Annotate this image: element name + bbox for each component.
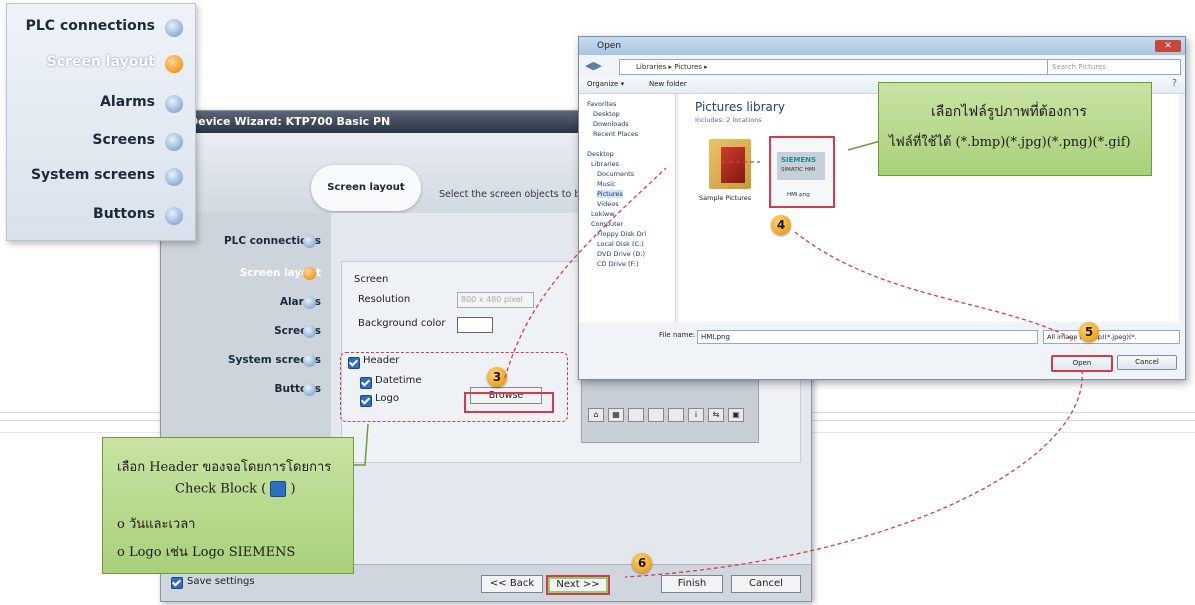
callout-select-image: เลือกไฟล์รูปภาพที่ต้องการ ไฟล์ที่ใช้ได้ … bbox=[878, 82, 1152, 176]
callout-line: Check Block ( ) bbox=[175, 481, 296, 497]
callout-text: Check Block ( bbox=[175, 481, 267, 497]
callout-select-header: เลือก Header ของจอโดยการโดยการ Check Blo… bbox=[102, 437, 354, 574]
arrow-browse-to-dialog bbox=[504, 167, 667, 379]
callout-line: เลือกไฟล์รูปภาพที่ต้องการ bbox=[931, 104, 1087, 120]
arrow-file-to-open bbox=[794, 231, 1076, 341]
callout-line: เลือก Header ของจอโดยการโดยการ bbox=[117, 460, 332, 475]
arrow-note-to-header bbox=[352, 423, 369, 466]
callout-line: o วันและเวลา bbox=[117, 517, 196, 532]
checkbox-icon bbox=[270, 481, 287, 497]
callout-text: ) bbox=[290, 481, 296, 497]
callout-line: ไฟล์ที่ใช้ได้ (*.bmp)(*.jpg)(*.png)(*.gi… bbox=[889, 135, 1131, 150]
callout-line: o Logo เช่น Logo SIEMENS bbox=[117, 545, 296, 560]
arrow-open-to-next bbox=[624, 369, 1083, 578]
